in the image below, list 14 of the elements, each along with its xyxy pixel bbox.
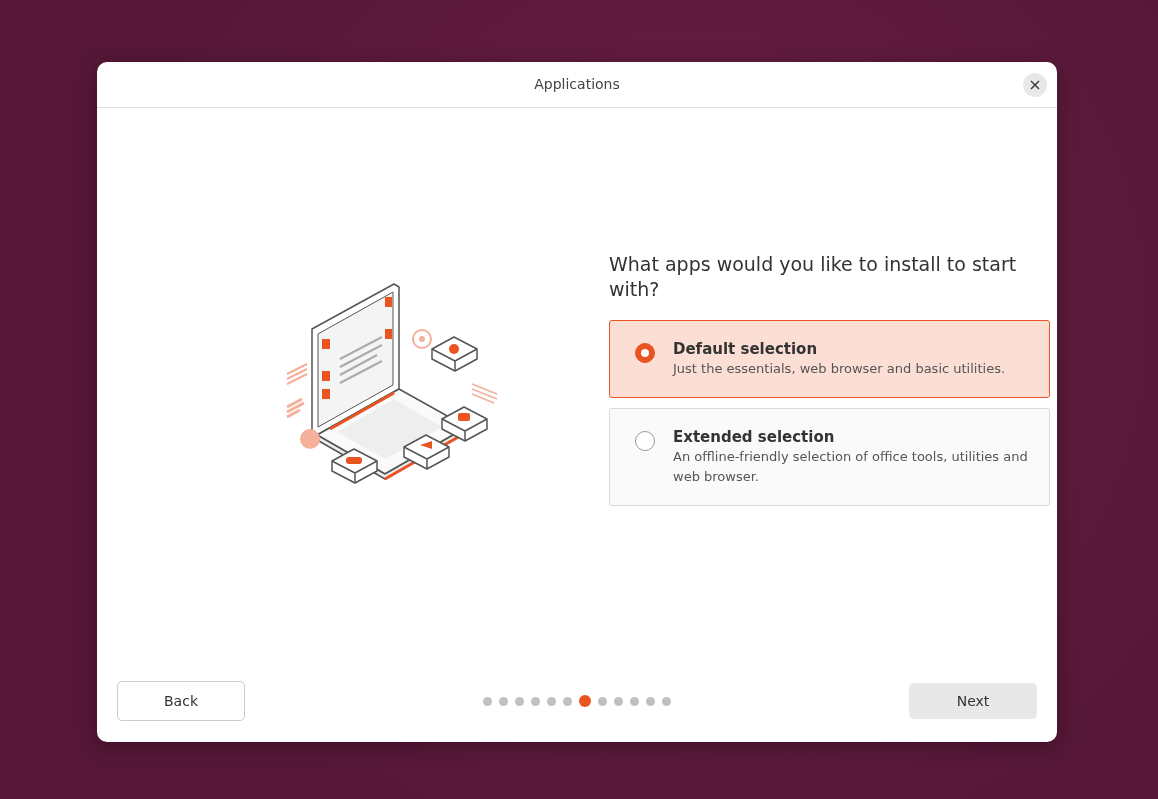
next-button[interactable]: Next — [909, 683, 1037, 719]
back-button[interactable]: Back — [117, 681, 245, 721]
option-description: Just the essentials, web browser and basic utilities. — [673, 360, 1006, 378]
option-card[interactable]: Extended selection An offline-friendly selection of office tools, utilities and web browser. — [609, 408, 1050, 506]
option-title: Extended selection — [673, 427, 836, 447]
radio-button[interactable] — [635, 431, 655, 451]
option-card[interactable]: Default selection Just the essentials, web browser and basic utilities. — [609, 320, 1050, 398]
close-button[interactable] — [1023, 73, 1047, 97]
radio-button[interactable] — [635, 343, 655, 363]
option-description: An offline-friendly selection of office tools, utilities and web browser. — [673, 448, 1029, 486]
option-title: Default selection — [673, 339, 819, 359]
window-title: Applications — [534, 75, 620, 94]
close-icon — [1030, 80, 1040, 90]
question-heading: What apps would you like to install to start with? — [609, 252, 1018, 302]
